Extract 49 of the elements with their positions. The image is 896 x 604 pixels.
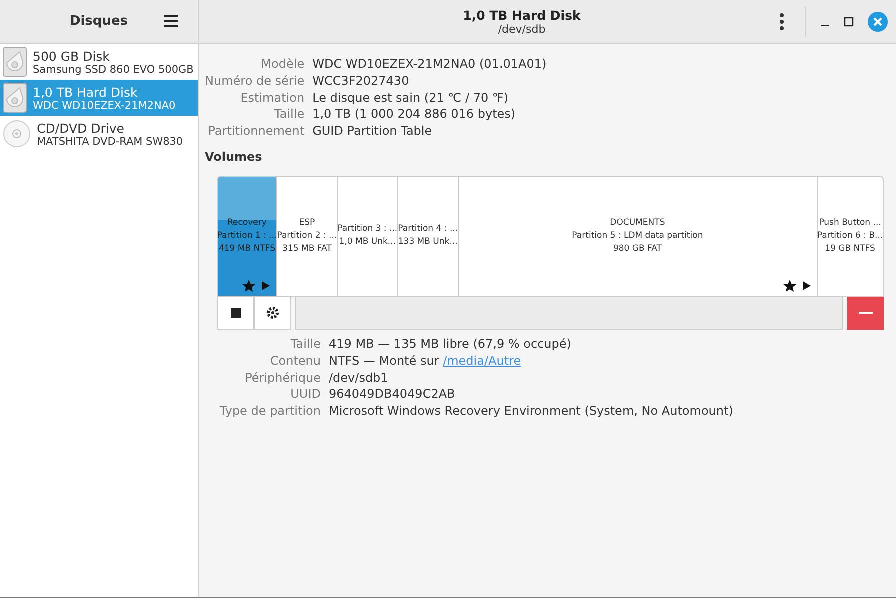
field-value: GUID Partition Table xyxy=(312,123,434,140)
disk-name: 500 GB Disk xyxy=(33,48,111,64)
field-value: 964049DB4049C2AB xyxy=(329,386,456,404)
more-options-icon[interactable] xyxy=(779,12,785,30)
window-title: 1,0 TB Hard Disk xyxy=(463,8,581,22)
disk-model: Samsung SSD 860 EVO 500GB xyxy=(33,64,194,76)
disk-list-item[interactable]: 500 GB Disk Samsung SSD 860 EVO 500GB xyxy=(0,44,198,80)
field-label: Contenu xyxy=(269,352,321,370)
settings-button[interactable] xyxy=(254,296,291,330)
field-label: Taille xyxy=(290,336,321,353)
field-value: NTFS — Monté sur /media/Autre xyxy=(329,352,522,370)
field-value: /dev/sdb1 xyxy=(329,370,390,386)
menu-icon[interactable] xyxy=(164,15,178,27)
partition-segment[interactable]: DOCUMENTS Partition 5 : LDM data partition 980 GB FAT xyxy=(458,176,818,296)
partition-segment[interactable]: Partition 4 : ... 133 MB Unk... xyxy=(398,176,459,296)
field-value: Le disque est sain (21 ℃ / 70 ℉) xyxy=(312,90,510,106)
field-value: Microsoft Windows Recovery Environment (System, No Automount) xyxy=(329,403,734,420)
field-label: Partitionnement xyxy=(207,123,305,140)
disk-name: CD/DVD Drive xyxy=(37,120,126,136)
minus-icon xyxy=(858,312,872,314)
sidebar-title: Disques xyxy=(70,14,128,29)
field-label: Modèle xyxy=(260,56,305,73)
partition-segment[interactable]: ESP Partition 2 : ... 315 MB FAT xyxy=(277,176,338,296)
field-label: Type de partition xyxy=(218,403,321,420)
disk-list-item[interactable]: CD/DVD Drive MATSHITA DVD-RAM SW830 xyxy=(0,116,198,152)
field-label: Périphérique xyxy=(244,370,321,386)
field-label: Numéro de série xyxy=(205,72,305,90)
optical-disc-icon xyxy=(3,120,31,148)
close-icon[interactable] xyxy=(868,12,888,32)
field-label: Taille xyxy=(274,106,305,124)
field-label: Estimation xyxy=(240,90,305,106)
disk-model: MATSHITA DVD-RAM SW830 xyxy=(37,136,184,148)
field-label: UUID xyxy=(290,386,321,404)
field-value: WCC3F2027430 xyxy=(312,72,410,90)
gear-icon xyxy=(266,306,280,320)
field-value: WDC WD10EZEX-21M2NA0 (01.01A01) xyxy=(312,56,548,73)
disk-model: WDC WD10EZEX-21M2NA0 xyxy=(33,100,176,112)
stop-button[interactable] xyxy=(217,296,254,330)
partition-segment[interactable]: Push Button ... Partition 6 : B... 19 GB NTFS xyxy=(818,176,883,296)
field-value: 419 MB — 135 MB libre (67,9 % occupé) xyxy=(329,336,572,353)
volumes-heading: Volumes xyxy=(205,150,264,164)
delete-button[interactable] xyxy=(847,296,884,330)
maximize-icon[interactable] xyxy=(844,16,854,26)
partition-segment[interactable]: Partition 3 : ... 1,0 MB Unk... xyxy=(338,176,398,296)
disk-name: 1,0 TB Hard Disk xyxy=(33,84,139,100)
stop-icon xyxy=(230,308,240,318)
partition-segment[interactable]: Recovery Partition 1 : ... 419 MB NTFS xyxy=(218,176,278,296)
window-subtitle: /dev/sdb xyxy=(498,22,546,36)
field-value: 1,0 TB (1 000 204 886 016 bytes) xyxy=(312,106,517,124)
